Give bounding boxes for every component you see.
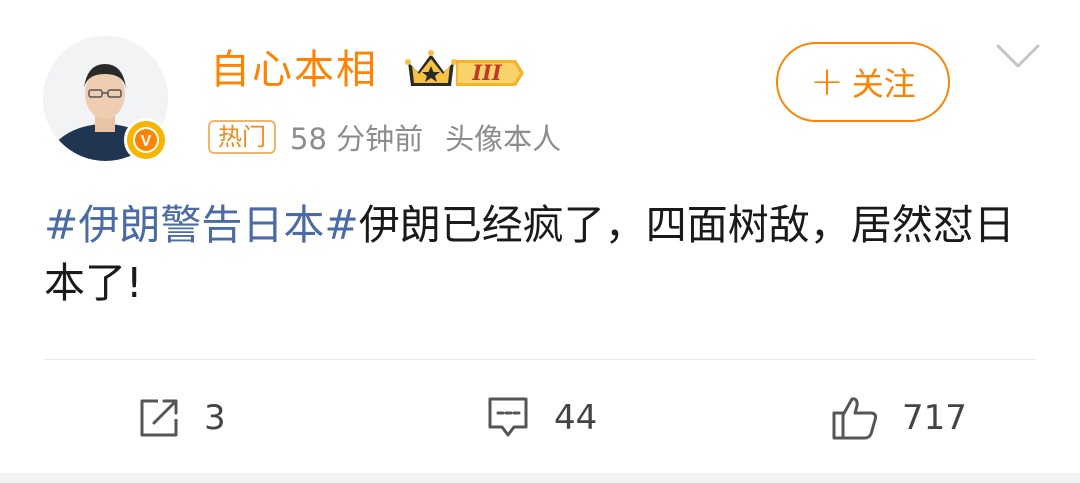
verified-icon: V — [124, 118, 168, 162]
post-time: 58 分钟前 — [290, 122, 424, 156]
repost-button[interactable]: 3 — [136, 390, 226, 446]
member-level: III — [471, 60, 503, 85]
member-badge[interactable]: III — [404, 44, 526, 98]
crown-icon — [405, 50, 457, 86]
follow-label: 关注 — [851, 65, 916, 103]
plus-icon: + — [810, 59, 844, 105]
comment-icon — [488, 397, 528, 437]
comment-button[interactable]: 44 — [484, 390, 597, 446]
bottom-separator — [0, 473, 1080, 483]
chevron-down-icon[interactable] — [994, 40, 1042, 72]
hot-tag: 热门 — [208, 120, 276, 154]
repost-count: 3 — [204, 398, 226, 438]
follow-button[interactable]: + 关注 — [776, 42, 950, 122]
like-button[interactable]: 717 — [830, 390, 967, 446]
post-meta: 热门 58 分钟前 头像本人 — [208, 116, 583, 158]
like-icon — [832, 397, 878, 440]
like-count: 717 — [902, 398, 967, 438]
repost-icon — [140, 399, 178, 437]
divider — [44, 359, 1036, 360]
verified-mark: V — [141, 133, 152, 150]
comment-count: 44 — [554, 398, 598, 438]
username[interactable]: 自心本相 — [210, 42, 378, 98]
avatar-note: 头像本人 — [445, 122, 562, 156]
post-content: #伊朗警告日本#伊朗已经疯了，四面树敌，居然怼日本了! — [44, 196, 1034, 312]
hashtag-link[interactable]: #伊朗警告日本# — [44, 201, 359, 249]
